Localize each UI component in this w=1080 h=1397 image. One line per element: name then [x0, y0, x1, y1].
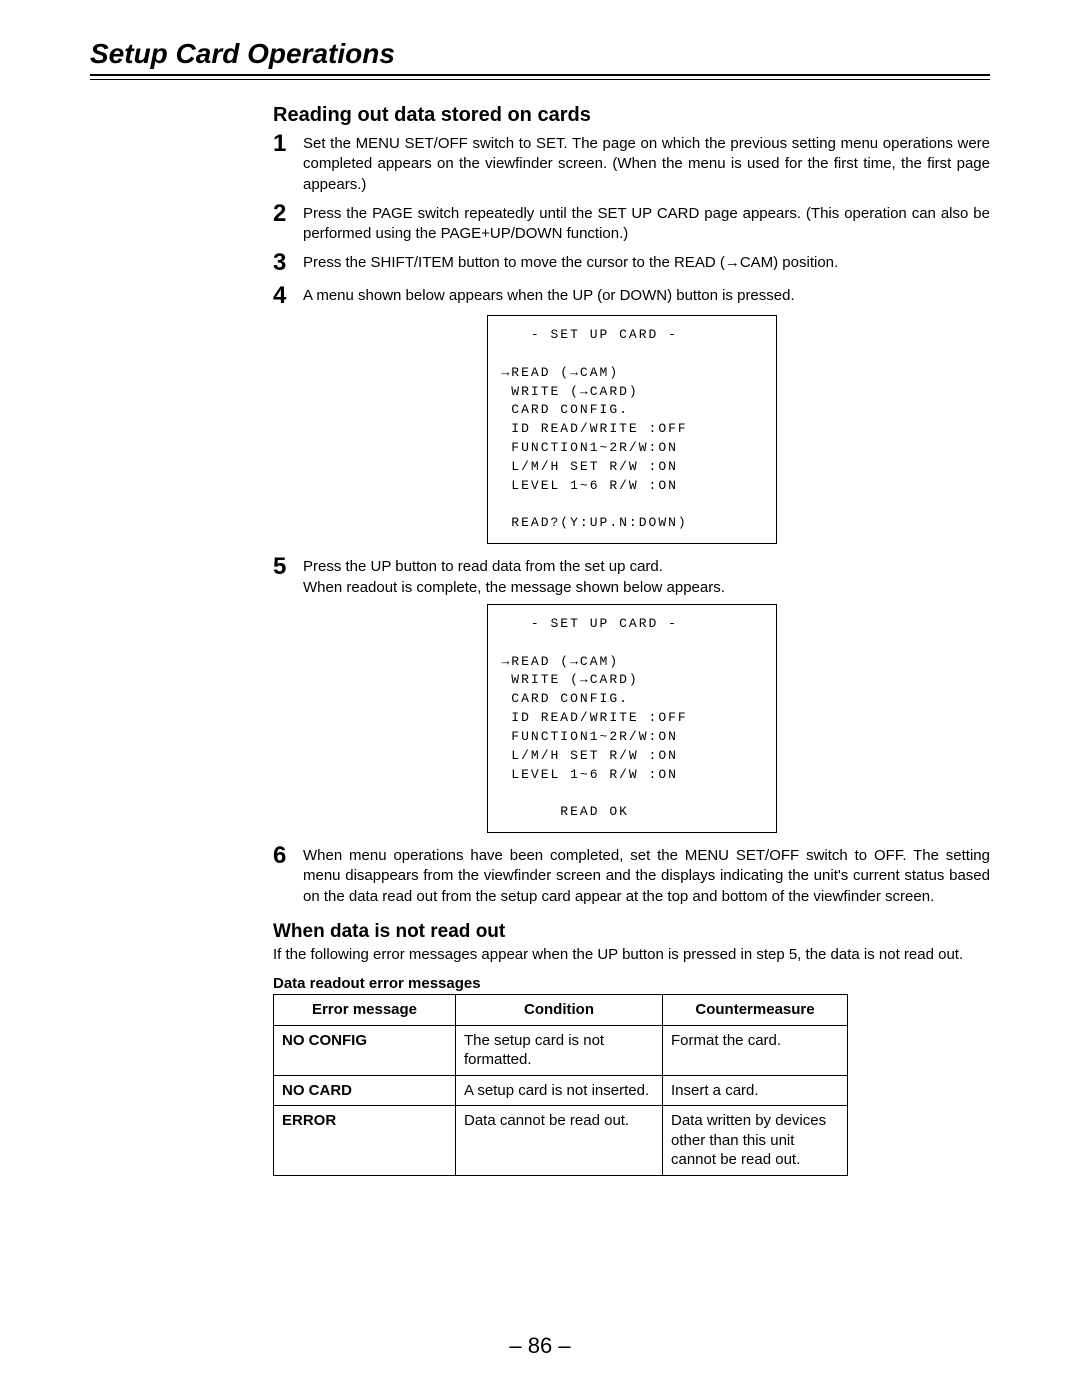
- table-row: ERROR Data cannot be read out. Data writ…: [274, 1106, 848, 1176]
- screen-line: FUNCTION1~2R/W:ON: [502, 440, 678, 455]
- step-6: 6 When menu operations have been complet…: [273, 843, 990, 907]
- screen-line: CARD CONFIG.: [502, 691, 629, 706]
- menu-screen-2: - SET UP CARD - →READ (→CAM) WRITE (→CAR…: [487, 604, 777, 833]
- table-header-row: Error message Condition Countermeasure: [274, 995, 848, 1026]
- cell-condition: The setup card is not formatted.: [456, 1025, 663, 1075]
- step-text: Press the PAGE switch repeatedly until t…: [303, 201, 990, 245]
- screen-line: ID READ/WRITE :OFF: [502, 710, 688, 725]
- cell-error-message: ERROR: [274, 1106, 456, 1176]
- screen-line: CARD CONFIG.: [502, 402, 629, 417]
- screen-line: LEVEL 1~6 R/W :ON: [502, 767, 678, 782]
- screen-title: - SET UP CARD -: [502, 327, 678, 342]
- step-3: 3 Press the SHIFT/ITEM button to move th…: [273, 250, 990, 276]
- header-error-message: Error message: [274, 995, 456, 1026]
- cell-error-message: NO CARD: [274, 1075, 456, 1106]
- step-number: 5: [273, 554, 303, 580]
- step-number: 1: [273, 131, 303, 157]
- screen-line: →READ (→CAM): [502, 365, 620, 380]
- screen-line: ID READ/WRITE :OFF: [502, 421, 688, 436]
- screen-footer: READ?(Y:UP.N:DOWN): [502, 515, 688, 530]
- cell-countermeasure: Insert a card.: [663, 1075, 848, 1106]
- chapter-title: Setup Card Operations: [90, 38, 990, 70]
- cell-condition: A setup card is not inserted.: [456, 1075, 663, 1106]
- step-text: Set the MENU SET/OFF switch to SET. The …: [303, 131, 990, 195]
- screen-line: L/M/H SET R/W :ON: [502, 748, 678, 763]
- menu-screen-1: - SET UP CARD - →READ (→CAM) WRITE (→CAR…: [487, 315, 777, 544]
- error-messages-table: Error message Condition Countermeasure N…: [273, 994, 848, 1176]
- screen-line: WRITE (→CARD): [502, 384, 639, 399]
- step-text: Press the SHIFT/ITEM button to move the …: [303, 250, 990, 273]
- screen-line: LEVEL 1~6 R/W :ON: [502, 478, 678, 493]
- content-column: Reading out data stored on cards 1 Set t…: [273, 104, 990, 1176]
- sub-heading: When data is not read out: [273, 921, 990, 943]
- step-5: 5 Press the UP button to read data from …: [273, 554, 990, 598]
- step-number: 2: [273, 201, 303, 227]
- step-number: 4: [273, 283, 303, 309]
- horizontal-rule: [90, 74, 990, 80]
- screen-footer: READ OK: [502, 804, 629, 819]
- step-number: 3: [273, 250, 303, 276]
- screen-line: L/M/H SET R/W :ON: [502, 459, 678, 474]
- section-heading: Reading out data stored on cards: [273, 104, 990, 127]
- header-condition: Condition: [456, 995, 663, 1026]
- sub-paragraph: If the following error messages appear w…: [273, 945, 990, 965]
- screen-title: - SET UP CARD -: [502, 616, 678, 631]
- cell-condition: Data cannot be read out.: [456, 1106, 663, 1176]
- step-1: 1 Set the MENU SET/OFF switch to SET. Th…: [273, 131, 990, 195]
- step-2: 2 Press the PAGE switch repeatedly until…: [273, 201, 990, 245]
- table-row: NO CARD A setup card is not inserted. In…: [274, 1075, 848, 1106]
- cell-error-message: NO CONFIG: [274, 1025, 456, 1075]
- manual-page: Setup Card Operations Reading out data s…: [0, 0, 1080, 1397]
- screen-line: FUNCTION1~2R/W:ON: [502, 729, 678, 744]
- table-caption: Data readout error messages: [273, 975, 990, 992]
- screen-line: →READ (→CAM): [502, 654, 620, 669]
- screen-line: WRITE (→CARD): [502, 672, 639, 687]
- table-row: NO CONFIG The setup card is not formatte…: [274, 1025, 848, 1075]
- cell-countermeasure: Format the card.: [663, 1025, 848, 1075]
- step-4: 4 A menu shown below appears when the UP…: [273, 283, 990, 309]
- step-number: 6: [273, 843, 303, 869]
- step-text: Press the UP button to read data from th…: [303, 554, 990, 598]
- header-countermeasure: Countermeasure: [663, 995, 848, 1026]
- page-number: – 86 –: [0, 1333, 1080, 1359]
- cell-countermeasure: Data written by devices other than this …: [663, 1106, 848, 1176]
- step-text: A menu shown below appears when the UP (…: [303, 283, 990, 306]
- step-text: When menu operations have been completed…: [303, 843, 990, 907]
